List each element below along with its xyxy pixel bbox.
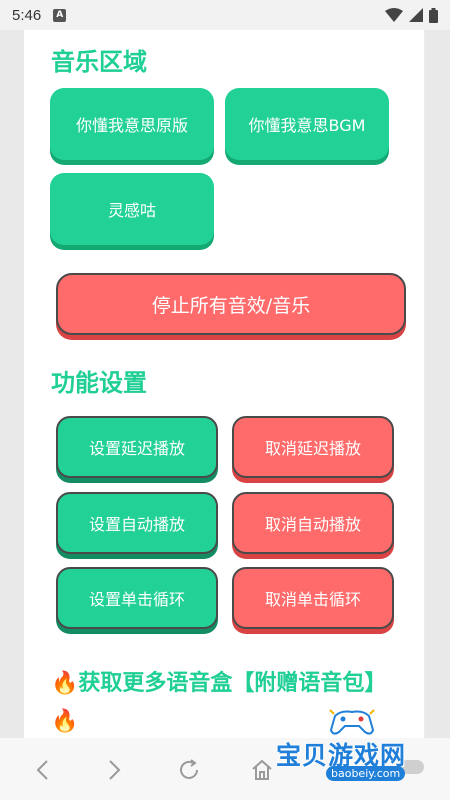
cancel-auto-play-button[interactable]: 取消自动播放 — [232, 492, 394, 554]
status-time: 5:46 — [12, 6, 42, 24]
watermark: 宝贝游戏网 baobeiy.com — [272, 706, 432, 786]
page-gutter-right — [426, 30, 450, 738]
fire-icon: 🔥 — [51, 671, 79, 696]
set-delay-play-button[interactable]: 设置延迟播放 — [56, 416, 218, 478]
stop-all-button[interactable]: 停止所有音效/音乐 — [56, 273, 406, 335]
page-content[interactable]: 音乐区域 你懂我意思原版 你懂我意思BGM 灵感咕 停止所有音效/音乐 功能设置… — [24, 30, 424, 738]
back-icon — [36, 760, 48, 780]
settings-section-title: 功能设置 — [51, 369, 147, 397]
play-original-button[interactable]: 你懂我意思原版 — [50, 88, 214, 160]
cancel-click-loop-button[interactable]: 取消单击循环 — [232, 567, 394, 629]
battery-icon — [429, 7, 438, 23]
promo-text: 获取更多语音盒【附赠语音包】 — [78, 671, 387, 696]
status-bar: 5:46 A — [0, 0, 450, 30]
fire-icon: 🔥 — [51, 709, 79, 734]
signal-icon — [409, 8, 423, 22]
notification-badge-icon: A — [53, 8, 67, 22]
forward-icon — [109, 760, 121, 780]
music-section-title: 音乐区域 — [51, 48, 147, 76]
home-icon — [252, 759, 272, 780]
watermark-url: baobeiy.com — [326, 766, 406, 781]
gamepad-icon — [329, 709, 375, 735]
refresh-button[interactable] — [175, 756, 203, 784]
play-inspiration-button[interactable]: 灵感咕 — [50, 173, 214, 245]
wifi-icon — [385, 8, 403, 22]
status-icons — [385, 7, 438, 23]
page-gutter-left — [0, 30, 24, 738]
refresh-icon — [180, 759, 198, 779]
set-auto-play-button[interactable]: 设置自动播放 — [56, 492, 218, 554]
forward-button[interactable] — [101, 756, 129, 784]
back-button[interactable] — [28, 756, 56, 784]
set-click-loop-button[interactable]: 设置单击循环 — [56, 567, 218, 629]
play-bgm-button[interactable]: 你懂我意思BGM — [225, 88, 389, 160]
cancel-delay-play-button[interactable]: 取消延迟播放 — [232, 416, 394, 478]
